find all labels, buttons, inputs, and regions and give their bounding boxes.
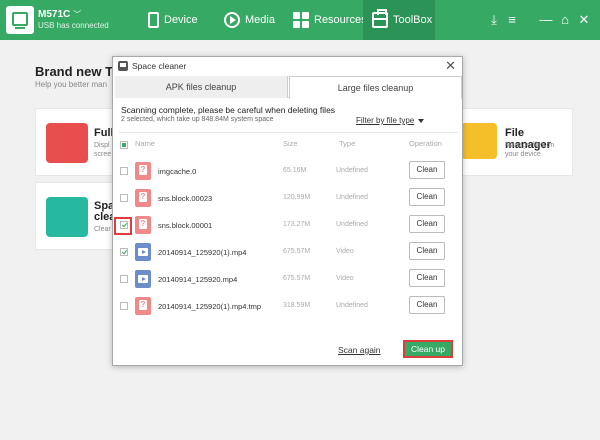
table-row: imgcache.0 65.16M Undefined Clean bbox=[113, 161, 462, 188]
unknown-file-icon bbox=[135, 189, 151, 207]
download-icon[interactable]: ⤓ bbox=[485, 11, 503, 29]
filter-dropdown[interactable]: Filter by file type bbox=[356, 116, 425, 125]
file-size: 173.27M bbox=[283, 221, 311, 228]
file-name: 20140914_125920.mp4 bbox=[158, 275, 238, 284]
tab-large-files-cleanup[interactable]: Large files cleanup bbox=[289, 76, 462, 99]
clean-button[interactable]: Clean bbox=[409, 269, 445, 287]
file-type: Undefined bbox=[336, 167, 368, 174]
file-type: Video bbox=[336, 275, 354, 282]
tab-media[interactable]: Media bbox=[224, 0, 275, 40]
file-size: 120.99M bbox=[283, 194, 311, 201]
table-row: sns.block.00001 173.27M Undefined Clean bbox=[113, 215, 462, 242]
toolbox-icon bbox=[372, 9, 388, 28]
file-name: sns.block.00001 bbox=[158, 221, 213, 230]
close-icon[interactable]: ✕ bbox=[575, 11, 593, 29]
divider bbox=[119, 132, 458, 133]
play-icon bbox=[224, 12, 240, 28]
clean-button[interactable]: Clean bbox=[409, 242, 445, 260]
clean-button[interactable]: Clean bbox=[409, 296, 445, 314]
dialog-title: Space cleaner bbox=[132, 61, 187, 71]
top-bar: M571C ﹀ USB has connected Device Media Re… bbox=[0, 0, 600, 40]
maximize-icon[interactable]: ⌂ bbox=[556, 11, 574, 29]
row-checkbox[interactable] bbox=[120, 167, 128, 175]
file-name: 20140914_125920(1).mp4.tmp bbox=[158, 302, 261, 311]
dialog-titlebar: Space cleaner ✕ bbox=[113, 57, 462, 75]
row-checkbox[interactable] bbox=[120, 194, 128, 202]
row-checkbox[interactable] bbox=[120, 302, 128, 310]
device-icon[interactable] bbox=[6, 6, 34, 34]
file-type: Undefined bbox=[336, 221, 368, 228]
file-name: 20140914_125920(1).mp4 bbox=[158, 248, 247, 257]
clean-button[interactable]: Clean bbox=[409, 188, 445, 206]
column-size: Size bbox=[283, 139, 298, 148]
broom-icon bbox=[46, 197, 88, 237]
file-size: 318.59M bbox=[283, 302, 311, 309]
close-icon[interactable]: ✕ bbox=[445, 59, 456, 73]
card-space-cleaner[interactable]: Spa clea Clear bbox=[35, 182, 115, 250]
unknown-file-icon bbox=[135, 216, 151, 234]
caret-down-icon bbox=[418, 118, 425, 123]
file-type: Undefined bbox=[336, 194, 368, 201]
dialog-tabs: APK files cleanup Large files cleanup bbox=[115, 76, 462, 99]
tab-toolbox[interactable]: ToolBox bbox=[363, 0, 435, 40]
tab-apk-files-cleanup[interactable]: APK files cleanup bbox=[115, 76, 288, 98]
unknown-file-icon bbox=[135, 297, 151, 315]
file-type: Video bbox=[336, 248, 354, 255]
tab-device[interactable]: Device bbox=[148, 0, 198, 40]
file-size: 675.57M bbox=[283, 248, 311, 255]
scan-summary: 2 selected, which take up 848.84M system… bbox=[121, 116, 274, 123]
device-status: USB has connected bbox=[38, 21, 109, 30]
clean-button[interactable]: Clean bbox=[409, 161, 445, 179]
table-row: 20140914_125920(1).mp4.tmp 318.59M Undef… bbox=[113, 296, 462, 323]
column-name: Name bbox=[135, 139, 156, 148]
column-operation: Operation bbox=[409, 139, 442, 148]
chevron-down-icon[interactable]: ﹀ bbox=[73, 10, 81, 19]
card-file-manager[interactable]: File manager Manage files on your device bbox=[448, 108, 573, 176]
card-full[interactable]: Full Displ scree bbox=[35, 108, 115, 176]
grid-icon bbox=[293, 12, 309, 28]
file-size: 675.57M bbox=[283, 275, 311, 282]
column-type: Type bbox=[339, 139, 356, 148]
video-file-icon bbox=[135, 243, 151, 261]
menu-icon[interactable]: ≡ bbox=[503, 11, 521, 29]
row-checkbox[interactable] bbox=[120, 275, 128, 283]
table-header: Name Size Type Operation bbox=[113, 139, 462, 153]
scan-message: Scanning complete, please be careful whe… bbox=[121, 105, 336, 115]
unknown-file-icon bbox=[135, 162, 151, 180]
fullscreen-icon bbox=[46, 123, 88, 163]
app-icon bbox=[118, 61, 128, 71]
select-all-checkbox[interactable] bbox=[120, 141, 128, 149]
scan-again-link[interactable]: Scan again bbox=[338, 345, 381, 355]
clean-button[interactable]: Clean bbox=[409, 215, 445, 233]
table-row: 20140914_125920(1).mp4 675.57M Video Cle… bbox=[113, 242, 462, 269]
page-subtitle: Help you better man bbox=[35, 80, 108, 89]
file-type: Undefined bbox=[336, 302, 368, 309]
tab-resources[interactable]: Resources bbox=[293, 0, 367, 40]
file-name: imgcache.0 bbox=[158, 167, 197, 176]
row-checkbox[interactable] bbox=[120, 248, 128, 256]
table-row: sns.block.00023 120.99M Undefined Clean bbox=[113, 188, 462, 215]
space-cleaner-dialog: Space cleaner ✕ APK files cleanup Large … bbox=[112, 56, 463, 366]
page-title: Brand new To bbox=[35, 64, 120, 79]
file-name: sns.block.00023 bbox=[158, 194, 213, 203]
folder-icon bbox=[461, 123, 497, 159]
clean-up-button[interactable]: Clean up bbox=[403, 340, 453, 358]
minimize-icon[interactable]: — bbox=[537, 11, 555, 29]
highlight-box bbox=[114, 217, 132, 235]
device-name[interactable]: M571C ﹀ bbox=[38, 9, 81, 20]
phone-icon bbox=[148, 12, 159, 28]
file-size: 65.16M bbox=[283, 167, 307, 174]
table-row: 20140914_125920.mp4 675.57M Video Clean bbox=[113, 269, 462, 296]
video-file-icon bbox=[135, 270, 151, 288]
